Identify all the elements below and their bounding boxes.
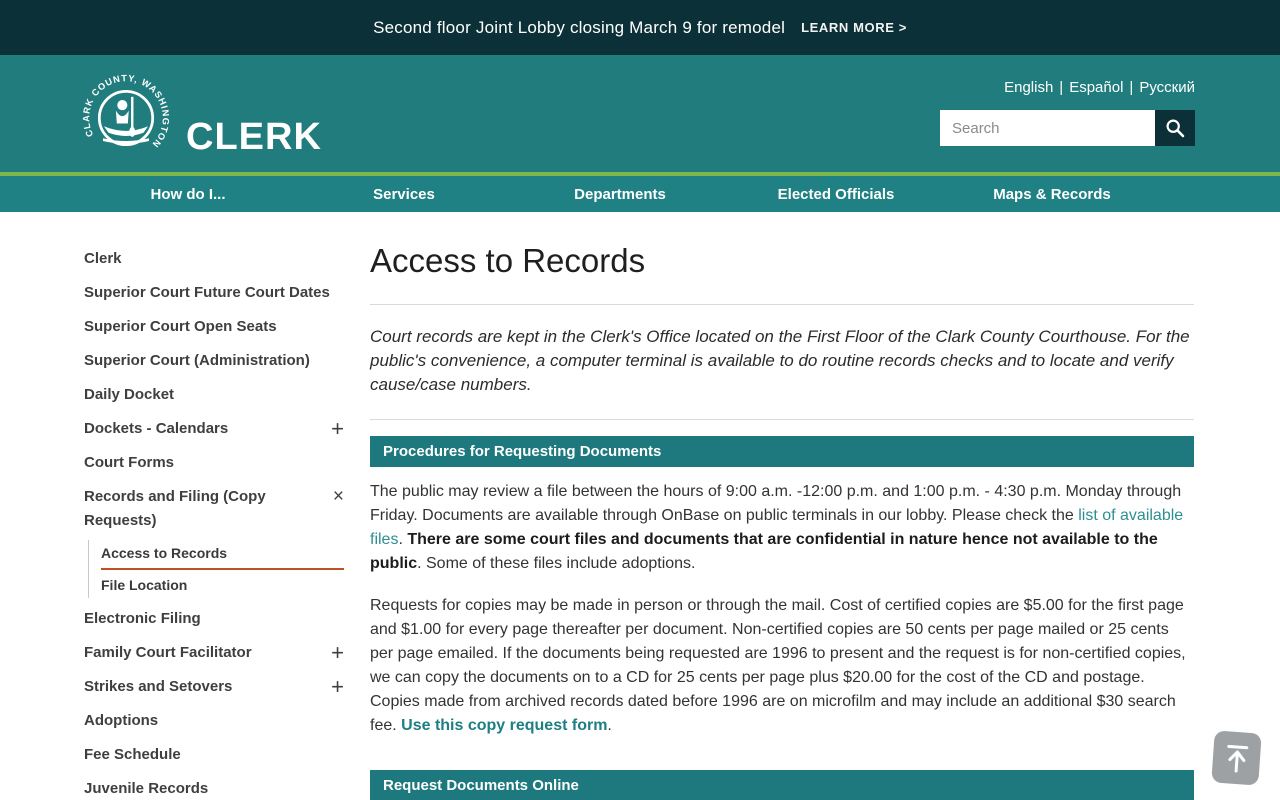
search-icon <box>1166 119 1185 138</box>
section-heading-procedures: Procedures for Requesting Documents <box>370 436 1194 468</box>
nav-item-elected-officials[interactable]: Elected Officials <box>728 186 944 203</box>
sidebar-item-strikes-and-setovers[interactable]: Strikes and Setovers + <box>84 670 344 704</box>
arrow-up-to-top-icon <box>1226 744 1248 773</box>
main-content: Access to Records Court records are kept… <box>344 234 1194 800</box>
sidebar-subitem-file-location[interactable]: File Location <box>101 572 344 598</box>
site-logo[interactable]: CLARK COUNTY, WASHINGTON CLERK <box>80 72 322 164</box>
divider <box>370 419 1194 421</box>
sidebar-item-adoptions[interactable]: Adoptions <box>84 704 344 738</box>
sidebar-item-label: Daily Docket <box>84 386 175 403</box>
sidebar-item-records-and-filing[interactable]: Records and Filing (Copy Requests) × <box>84 480 344 538</box>
sidebar-item-fee-schedule[interactable]: Fee Schedule <box>84 738 344 772</box>
paragraph-text: The public may review a file between the… <box>370 483 1182 525</box>
sidebar-item-label: Electronic Filing <box>84 610 201 627</box>
search-bar <box>940 110 1195 146</box>
sidebar-item-label: Records and Filing (Copy Requests) <box>84 488 266 529</box>
sidebar-item-daily-docket[interactable]: Daily Docket <box>84 378 344 412</box>
collapse-x-icon[interactable]: × <box>318 485 344 509</box>
sidebar-item-label: Dockets - Calendars <box>84 420 229 437</box>
sidebar-item-court-forms[interactable]: Court Forms <box>84 446 344 480</box>
sidebar-item-label: Juvenile Records <box>84 780 209 797</box>
sidebar-item-juvenile-records[interactable]: Juvenile Records <box>84 772 344 800</box>
sidebar-item-electronic-filing[interactable]: Electronic Filing <box>84 602 344 636</box>
procedures-paragraph-1: The public may review a file between the… <box>370 480 1194 576</box>
sidebar-item-label: Superior Court (Administration) <box>84 352 310 369</box>
language-link-espanol[interactable]: Español <box>1069 79 1123 96</box>
paragraph-text: . <box>398 531 408 549</box>
sidebar-item-label: Strikes and Setovers <box>84 678 233 695</box>
language-separator: | <box>1059 79 1064 96</box>
divider <box>370 304 1194 305</box>
sidebar-item-label: Adoptions <box>84 712 159 729</box>
paragraph-text: . <box>607 717 612 735</box>
expand-plus-icon[interactable]: + <box>318 417 344 441</box>
copy-request-form-link[interactable]: Use this copy request form <box>401 717 607 734</box>
sidebar-item-label: Superior Court Future Court Dates <box>84 284 330 301</box>
main-navigation: How do I... Services Departments Elected… <box>0 176 1280 212</box>
paragraph-text: . Some of these files include adoptions. <box>417 555 696 573</box>
site-title: CLERK <box>186 116 322 158</box>
sidebar-item-clerk[interactable]: Clerk <box>84 242 344 276</box>
search-input[interactable] <box>940 110 1155 146</box>
language-link-english[interactable]: English <box>1004 79 1053 96</box>
expand-plus-icon[interactable]: + <box>318 641 344 665</box>
sidebar-item-dockets-calendars[interactable]: Dockets - Calendars + <box>84 412 344 446</box>
sidebar-item-family-court-facilitator[interactable]: Family Court Facilitator + <box>84 636 344 670</box>
search-button[interactable] <box>1155 110 1195 146</box>
sidebar-item-superior-court-future-court-dates[interactable]: Superior Court Future Court Dates <box>84 276 344 310</box>
language-separator: | <box>1129 79 1134 96</box>
nav-item-departments[interactable]: Departments <box>512 186 728 203</box>
language-link-russian[interactable]: Русский <box>1139 79 1195 96</box>
alert-message: Second floor Joint Lobby closing March 9… <box>373 17 786 37</box>
county-seal-icon: CLARK COUNTY, WASHINGTON <box>80 72 172 164</box>
section-heading-request-online: Request Documents Online <box>370 770 1194 800</box>
header-utilities: English | Español | Русский <box>940 79 1195 146</box>
alert-banner: Second floor Joint Lobby closing March 9… <box>0 0 1280 55</box>
sidebar-item-label: Clerk <box>84 250 122 267</box>
procedures-paragraph-2: Requests for copies may be made in perso… <box>370 594 1194 738</box>
sidebar-item-label: Superior Court Open Seats <box>84 318 277 335</box>
sidebar-subitem-access-to-records[interactable]: Access to Records <box>101 540 344 570</box>
sidebar-item-superior-court-open-seats[interactable]: Superior Court Open Seats <box>84 310 344 344</box>
language-switcher: English | Español | Русский <box>940 79 1195 96</box>
nav-item-how-do-i[interactable]: How do I... <box>80 186 296 203</box>
paragraph-text: Requests for copies may be made in perso… <box>370 597 1186 735</box>
nav-item-services[interactable]: Services <box>296 186 512 203</box>
nav-item-maps-records[interactable]: Maps & Records <box>944 186 1160 203</box>
expand-plus-icon[interactable]: + <box>318 675 344 699</box>
sidebar-item-label: Court Forms <box>84 454 174 471</box>
intro-paragraph: Court records are kept in the Clerk's Of… <box>370 327 1190 395</box>
sidebar-item-superior-court-administration[interactable]: Superior Court (Administration) <box>84 344 344 378</box>
sidebar-submenu-records-and-filing: Access to Records File Location <box>88 540 344 598</box>
site-header: CLARK COUNTY, WASHINGTON CLERK English | E… <box>0 55 1280 172</box>
sidebar: Clerk Superior Court Future Court Dates … <box>84 234 344 800</box>
back-to-top-button[interactable] <box>1211 730 1262 786</box>
page-body: Clerk Superior Court Future Court Dates … <box>0 212 1280 800</box>
sidebar-item-label: Family Court Facilitator <box>84 644 252 661</box>
page-title: Access to Records <box>370 242 646 279</box>
sidebar-item-label: Fee Schedule <box>84 746 181 763</box>
learn-more-link[interactable]: LEARN MORE > <box>801 20 907 35</box>
